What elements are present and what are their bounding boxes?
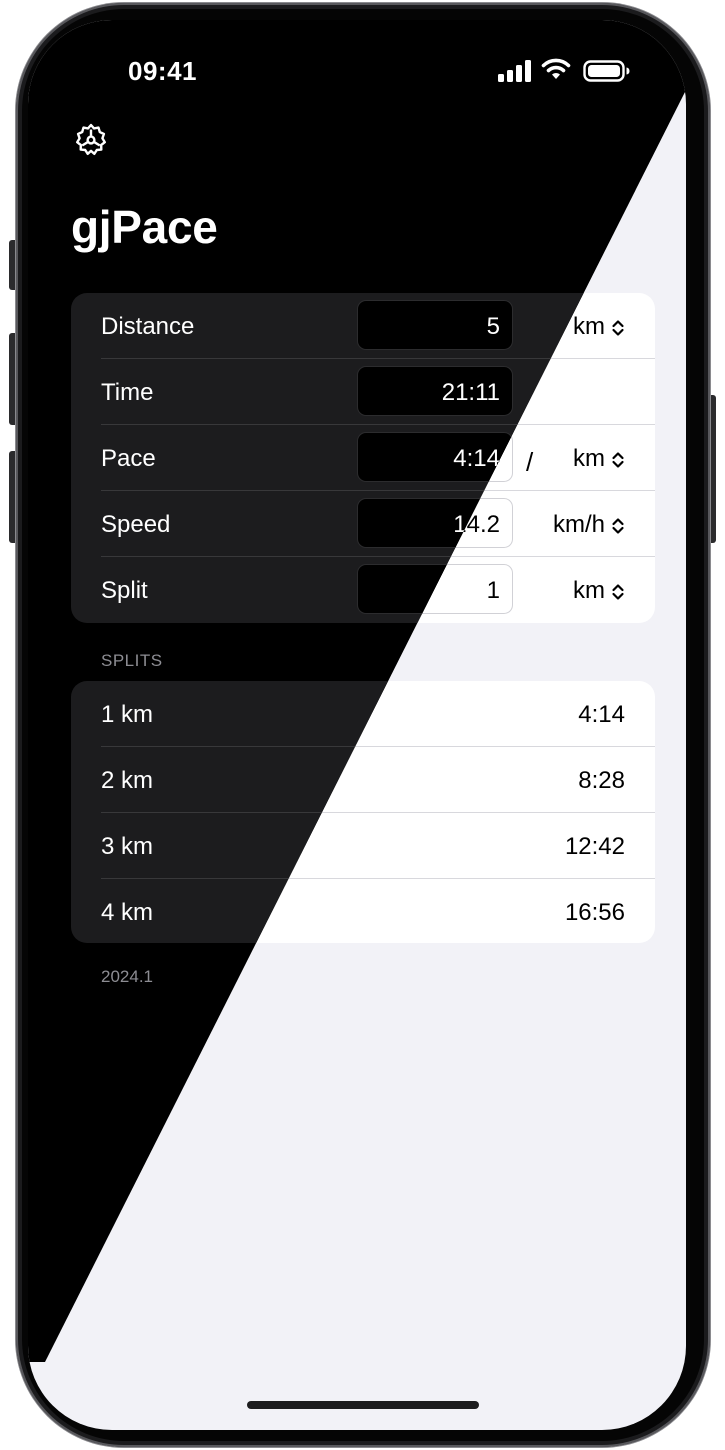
split-distance: 3 km <box>101 833 154 860</box>
split-time: 16:56 <box>564 899 625 926</box>
split-distance: 4 km <box>101 899 154 926</box>
distance-input[interactable]: 5 <box>357 300 513 350</box>
pace-unit-picker[interactable]: km <box>573 445 625 473</box>
time-input[interactable]: 21:11 <box>357 366 513 416</box>
split-distance: 2 km <box>101 767 154 794</box>
status-bar: 09:41 <box>28 20 686 120</box>
pace-unit-label: km <box>573 445 605 472</box>
distance-unit-picker[interactable]: km <box>573 313 625 341</box>
split-time: 12:42 <box>564 833 625 860</box>
gear-icon[interactable] <box>73 122 109 158</box>
splits-section-header: SPLITS <box>101 651 163 670</box>
time-value: 21:11 <box>441 379 500 406</box>
page-title: gjPace <box>71 201 218 253</box>
wifi-icon <box>540 57 572 83</box>
pace-per-separator: / <box>526 447 534 477</box>
distance-value: 5 <box>486 313 500 340</box>
split-value: 1 <box>486 577 500 604</box>
chevron-up-down-icon <box>612 320 624 336</box>
battery-icon <box>583 60 631 82</box>
distance-label: Distance <box>101 313 195 340</box>
split-label: Split <box>101 577 148 604</box>
chevron-up-down-icon <box>612 584 624 600</box>
chevron-up-down-icon <box>612 518 624 534</box>
speed-unit-label: km/h <box>552 511 605 538</box>
split-unit-picker[interactable]: km <box>573 577 625 605</box>
screen: 09:41 <box>28 20 686 1430</box>
cellular-signal-icon <box>498 60 532 82</box>
speed-unit-picker[interactable]: km/h <box>553 511 625 539</box>
pace-label: Pace <box>101 445 156 472</box>
pace-input[interactable]: 4:14 <box>357 432 513 482</box>
distance-unit-label: km <box>573 313 605 340</box>
time-label: Time <box>101 379 154 406</box>
split-time: 8:28 <box>578 767 625 794</box>
split-time: 4:14 <box>578 701 625 728</box>
split-distance: 1 km <box>101 701 154 728</box>
pace-value: 4:14 <box>453 445 500 472</box>
version-label: 2024.1 <box>101 967 153 986</box>
speed-label: Speed <box>101 511 171 538</box>
status-time: 09:41 <box>128 56 197 86</box>
chevron-up-down-icon <box>612 452 624 468</box>
split-unit-label: km <box>573 577 605 604</box>
